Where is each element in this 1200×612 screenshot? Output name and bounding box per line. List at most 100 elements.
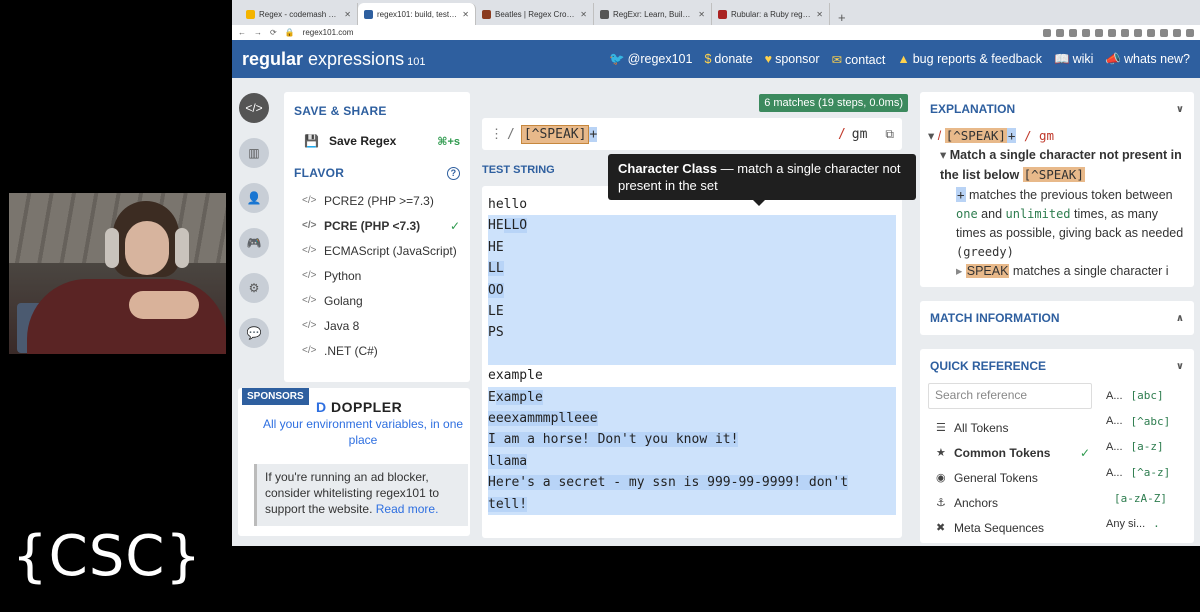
csc-logo: {CSC} bbox=[12, 524, 203, 589]
reference-item[interactable]: [a-zA-Z] bbox=[1106, 485, 1188, 511]
reference-item[interactable]: Any si.... bbox=[1106, 511, 1188, 537]
reference-code: [abc] bbox=[1130, 389, 1164, 403]
flavor-list: </> PCRE2 (PHP >=7.3) </> PCRE (PHP <7.3) ✓ <… bbox=[294, 188, 460, 363]
reference-code: [a-zA-Z] bbox=[1114, 491, 1167, 505]
regex-flags[interactable]: gm bbox=[852, 127, 868, 142]
code-icon: </> bbox=[302, 245, 317, 256]
help-icon[interactable]: ? bbox=[447, 166, 460, 180]
reference-item[interactable]: A... [a-z] bbox=[1106, 434, 1188, 460]
chevron-up-icon[interactable]: ∧ bbox=[1176, 313, 1184, 324]
url-text[interactable]: regex101.com bbox=[303, 28, 1035, 37]
close-icon[interactable]: ✕ bbox=[344, 10, 351, 19]
back-icon[interactable]: ← bbox=[238, 28, 246, 37]
reference-category[interactable]: ☰ All Tokens bbox=[928, 415, 1096, 440]
flavor-option[interactable]: </> Golang bbox=[294, 288, 460, 313]
reference-category[interactable]: ⚓ Anchors bbox=[928, 490, 1096, 515]
read-more-link[interactable]: Read more. bbox=[376, 502, 439, 516]
browser-tab[interactable]: Rubular: a Ruby regular expres ✕ bbox=[712, 3, 830, 25]
nav-label: @regex101 bbox=[627, 51, 693, 66]
test-line: PS bbox=[488, 322, 896, 344]
nav-link[interactable]: 🐦 @regex101 bbox=[609, 52, 692, 67]
nav-link[interactable]: 📖 wiki bbox=[1054, 52, 1093, 67]
close-icon[interactable]: ✕ bbox=[698, 10, 705, 19]
new-tab-button[interactable]: + bbox=[830, 10, 854, 25]
regex-quantifier[interactable]: + bbox=[589, 126, 598, 142]
close-icon[interactable]: ✕ bbox=[580, 10, 587, 19]
reference-item[interactable]: A... [^a-z] bbox=[1106, 460, 1188, 486]
library-icon[interactable]: ▥ bbox=[239, 138, 269, 168]
code-icon: </> bbox=[302, 270, 317, 281]
test-text: example bbox=[488, 368, 543, 384]
test-line: example bbox=[488, 365, 896, 387]
nav-link[interactable]: ▲ bug reports & feedback bbox=[897, 52, 1042, 66]
test-text: E bbox=[488, 389, 496, 405]
nav-label: whats new? bbox=[1123, 51, 1190, 66]
reload-icon[interactable]: ⟳ bbox=[270, 28, 277, 37]
reference-label: A... bbox=[1106, 440, 1123, 453]
nav-link[interactable]: ♥ sponsor bbox=[765, 52, 820, 66]
browser-tab[interactable]: Beatles | Regex Crossword ✕ bbox=[476, 3, 594, 25]
flavor-option[interactable]: </> PCRE (PHP <7.3) ✓ bbox=[294, 213, 460, 238]
flavor-label: PCRE2 (PHP >=7.3) bbox=[324, 193, 434, 208]
save-share-heading: SAVE & SHARE bbox=[294, 104, 387, 118]
reference-item[interactable]: A... [abc] bbox=[1106, 383, 1188, 409]
browser-tab[interactable]: RegExr: Learn, Build, & Test R ✕ bbox=[594, 3, 712, 25]
close-icon[interactable]: ✕ bbox=[816, 10, 823, 19]
reference-label: A... bbox=[1106, 466, 1123, 479]
match-highlight: xample bbox=[495, 389, 543, 405]
reference-category[interactable]: ◉ General Tokens bbox=[928, 465, 1096, 490]
app-body: </> ▥ 👤 🎮 ⚙ 💬 SAVE & SHARE 💾 Save Regex … bbox=[232, 78, 1200, 546]
reference-category[interactable]: ★ Common Tokens ✓ bbox=[928, 440, 1096, 465]
reference-category[interactable]: ✖ Meta Sequences bbox=[928, 515, 1096, 540]
tab-title: regex101: build, test, and debu bbox=[377, 9, 458, 19]
test-text: LE bbox=[488, 304, 504, 320]
gear-icon[interactable]: ⚙ bbox=[239, 273, 269, 303]
site-logo[interactable]: regular expressions 101 bbox=[242, 49, 426, 70]
chat-icon[interactable]: 💬 bbox=[239, 318, 269, 348]
layers-icon: ☰ bbox=[936, 422, 946, 434]
test-line bbox=[488, 343, 896, 366]
nav-link[interactable]: ✉ contact bbox=[832, 52, 886, 67]
nav-link[interactable]: 📣 whats new? bbox=[1105, 52, 1190, 67]
heart-icon: ♥ bbox=[764, 52, 773, 66]
reference-item[interactable]: A... [^abc] bbox=[1106, 409, 1188, 435]
quiz-icon[interactable]: 🎮 bbox=[239, 228, 269, 258]
left-panel: SAVE & SHARE 💾 Save Regex ⌘+s FLAVOR ? <… bbox=[284, 92, 470, 382]
doppler-logo[interactable]: D DOPPLER bbox=[316, 399, 402, 415]
flavor-option[interactable]: </> ECMAScript (JavaScript) bbox=[294, 238, 460, 263]
check-icon: ✓ bbox=[449, 218, 460, 233]
flavor-option[interactable]: </> Python bbox=[294, 263, 460, 288]
forward-icon[interactable]: → bbox=[254, 28, 262, 37]
copy-icon[interactable]: ⧉ bbox=[885, 127, 894, 142]
regex-input[interactable]: ⋮ / [^SPEAK] + / gm ⧉ bbox=[482, 118, 902, 150]
chevron-down-icon[interactable]: ∨ bbox=[1176, 104, 1184, 115]
test-line: HELLO bbox=[488, 215, 896, 237]
test-string-editor[interactable]: hello HELLO HE LL OO LE PS example Example eeexam… bbox=[482, 186, 902, 538]
user-icon[interactable]: 👤 bbox=[239, 183, 269, 213]
match-highlight: OO bbox=[488, 282, 504, 298]
test-line: I am a horse! Don't you know it! bbox=[488, 429, 896, 451]
reference-search-input[interactable]: Search reference bbox=[928, 383, 1092, 409]
code-icon[interactable]: </> bbox=[239, 93, 269, 123]
nav-label: bug reports & feedback bbox=[912, 52, 1042, 66]
flavor-option[interactable]: </> .NET (C#) bbox=[294, 338, 460, 363]
flavor-option[interactable]: </> Java 8 bbox=[294, 313, 460, 338]
browser-tab[interactable]: regex101: build, test, and debu ✕ bbox=[358, 3, 476, 25]
match-highlight: eeexammmplleee bbox=[488, 411, 598, 427]
regex-char-class[interactable]: [^SPEAK] bbox=[520, 124, 590, 144]
browser-tab[interactable]: Regex - codemash 2022 - Go ✕ bbox=[240, 3, 358, 25]
circle-icon: ◉ bbox=[936, 472, 946, 484]
nav-link[interactable]: $ donate bbox=[704, 52, 752, 66]
chevron-down-icon[interactable]: ∨ bbox=[1176, 361, 1184, 372]
presenter-body bbox=[27, 279, 226, 354]
tab-favicon bbox=[246, 9, 255, 19]
ad-blocker-note: If you're running an ad blocker, conside… bbox=[254, 464, 468, 526]
sponsor-tagline[interactable]: All your environment variables, in one p… bbox=[258, 416, 468, 448]
save-regex-button[interactable]: 💾 Save Regex ⌘+s bbox=[304, 134, 460, 148]
extension-icons[interactable] bbox=[1043, 28, 1194, 37]
drag-handle-icon[interactable]: ⋮ bbox=[490, 127, 503, 142]
tab-title: Rubular: a Ruby regular expres bbox=[731, 9, 812, 19]
close-icon[interactable]: ✕ bbox=[462, 10, 469, 19]
flavor-option[interactable]: </> PCRE2 (PHP >=7.3) bbox=[294, 188, 460, 213]
tab-favicon bbox=[482, 9, 491, 19]
